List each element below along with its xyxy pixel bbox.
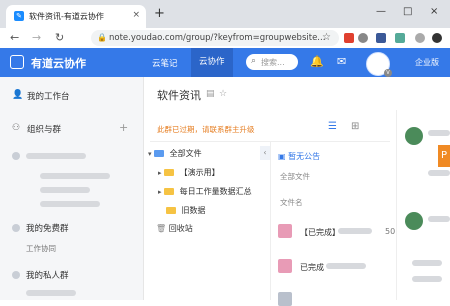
tree-label: 每日工作量数据汇总 (179, 187, 252, 196)
announcement-icon: ▣ (278, 152, 286, 161)
bookmark-star-icon[interactable]: ☆ (322, 32, 331, 43)
folder-icon (166, 207, 176, 214)
extension-icon[interactable] (395, 33, 405, 43)
folder-icon (154, 150, 165, 157)
new-tab-button[interactable]: + (154, 6, 165, 21)
extension-icon[interactable] (344, 33, 354, 43)
forward-button[interactable]: → (32, 31, 41, 44)
breadcrumb[interactable]: 全部文件 (280, 171, 310, 182)
enterprise-link[interactable]: 企业版 (415, 57, 439, 68)
user-icon: 👤 (12, 90, 24, 100)
blurred-text (412, 260, 442, 266)
lock-icon: 🔒 (97, 33, 107, 42)
free-group-subtitle: 工作协同 (26, 244, 56, 253)
blurred-text (428, 130, 450, 136)
site-favicon-icon: ✎ (14, 11, 24, 21)
search-placeholder: 搜索... (261, 58, 285, 67)
tab-title: 软件资讯-有道云协作 (29, 12, 104, 21)
url-text: note.youdao.com/group/?keyfrom=groupwebs… (109, 33, 326, 43)
blurred-text (40, 173, 110, 179)
column-header-filename: 文件名 (280, 198, 303, 207)
profile-icon[interactable] (432, 33, 442, 43)
reload-button[interactable]: ↻ (55, 31, 64, 44)
blurred-text (428, 170, 450, 176)
list-view-icon[interactable]: ☰ (328, 121, 337, 132)
group-icon: ⚇ (12, 123, 21, 133)
minimize-button[interactable]: — (376, 6, 386, 17)
trash-icon: 🗑 (156, 224, 167, 233)
blurred-group-name[interactable] (26, 153, 86, 159)
search-icon: ⌕ (251, 56, 257, 66)
activity-feed (396, 110, 450, 300)
sidebar-item-workspace[interactable]: 我的工作台 (27, 90, 70, 102)
grid-view-icon[interactable]: ⊞ (351, 121, 359, 132)
add-group-button[interactable]: + (119, 121, 128, 134)
blurred-text (40, 187, 90, 193)
collapse-panel-button[interactable]: ‹ (260, 146, 270, 160)
app-logo-icon (10, 55, 24, 69)
blurred-text (412, 276, 442, 282)
tree-item[interactable]: 旧数据 (166, 205, 206, 216)
avatar[interactable]: V (366, 52, 392, 77)
browser-tab[interactable]: ✎ 软件资讯-有道云协作 × (6, 5, 146, 28)
chevron-right-icon: ▸ (158, 188, 162, 196)
tree-label: 全部文件 (169, 149, 202, 158)
maximize-button[interactable]: □ (403, 6, 412, 17)
url-field[interactable]: 🔒 note.youdao.com/group/?keyfrom=groupwe… (91, 30, 339, 46)
announcement-link[interactable]: ▣ 暂无公告 (278, 151, 320, 162)
avatar[interactable] (405, 212, 423, 230)
extension-icon[interactable] (358, 33, 368, 43)
tree-label: 回收站 (168, 224, 193, 233)
vip-badge: V (384, 69, 392, 77)
file-count: 50 (385, 227, 396, 236)
page-title: 软件资讯 (157, 89, 201, 102)
close-window-button[interactable]: × (430, 6, 438, 17)
blurred-text (26, 290, 76, 296)
file-name[interactable]: 【已完成】 (300, 227, 340, 238)
file-icon (278, 259, 292, 273)
file-panel (270, 142, 396, 300)
powerpoint-icon: P (438, 145, 450, 167)
back-button[interactable]: ← (10, 31, 19, 44)
sidebar-item-private-group[interactable]: 我的私人群 (26, 269, 69, 281)
group-dot-icon (12, 152, 20, 160)
calendar-icon[interactable]: ▤ (206, 89, 215, 99)
tree-item[interactable]: ▸ 【演示用】 (158, 167, 220, 178)
nav-collab[interactable]: 云协作 (191, 48, 233, 77)
chevron-down-icon: ▾ (148, 150, 152, 158)
blurred-text (428, 216, 450, 222)
tab-close-icon[interactable]: × (132, 10, 140, 20)
avatar[interactable] (405, 127, 423, 145)
tree-label: 旧数据 (181, 206, 206, 215)
blurred-text (338, 228, 372, 234)
extension-icon[interactable] (376, 33, 386, 43)
tree-label: 【演示用】 (179, 168, 220, 177)
brand-name: 有道云协作 (31, 57, 86, 70)
file-icon (278, 224, 292, 238)
group-dot-icon (12, 224, 20, 232)
tree-recycle[interactable]: 🗑 回收站 (156, 223, 193, 234)
search-input[interactable]: ⌕ 搜索... (246, 54, 298, 70)
tree-item[interactable]: ▸ 每日工作量数据汇总 (158, 186, 252, 197)
expired-notice: 此群已过期，请联系群主升级 (157, 125, 255, 134)
file-name[interactable]: 已完成 (300, 262, 324, 273)
blurred-text (326, 263, 366, 269)
favorite-star-icon[interactable]: ☆ (219, 89, 227, 99)
tree-all-files[interactable]: ▾ 全部文件 (148, 148, 202, 159)
bell-icon[interactable]: 🔔 (310, 55, 324, 68)
sidebar-item-free-group[interactable]: 我的免费群 (26, 222, 69, 234)
file-icon (278, 292, 292, 306)
extension-icon[interactable] (415, 33, 425, 43)
announcement-text: 暂无公告 (288, 152, 321, 161)
folder-icon (164, 188, 175, 195)
group-dot-icon (12, 271, 20, 279)
address-bar-row: ← → ↻ 🔒 note.youdao.com/group/?keyfrom=g… (0, 28, 450, 49)
blurred-text (40, 201, 100, 207)
folder-icon (164, 169, 175, 176)
chevron-right-icon: ▸ (158, 169, 162, 177)
nav-notes[interactable]: 云笔记 (152, 57, 178, 69)
browser-tab-bar: ✎ 软件资讯-有道云协作 × + — □ × (0, 0, 450, 28)
sidebar-item-groups[interactable]: 组织与群 (27, 123, 61, 135)
message-icon[interactable]: ✉ (337, 55, 346, 68)
